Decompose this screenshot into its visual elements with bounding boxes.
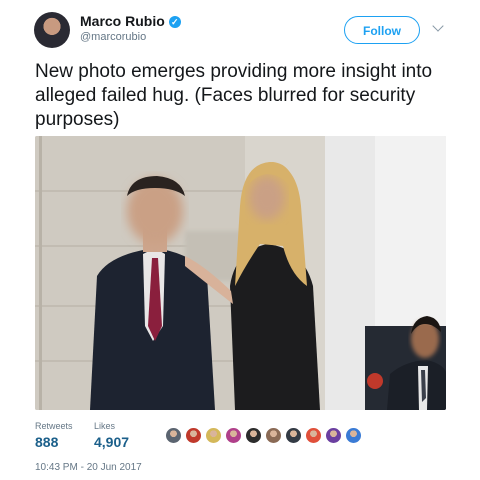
avatar[interactable]	[34, 12, 70, 48]
user-avatar-icon[interactable]	[345, 427, 362, 444]
user-avatar-icon[interactable]	[245, 427, 262, 444]
tweet-text: New photo emerges providing more insight…	[35, 61, 433, 130]
user-avatar-icon[interactable]	[285, 427, 302, 444]
retweets-stat[interactable]: Retweets 888	[35, 421, 73, 450]
likes-count[interactable]: 4,907	[94, 434, 129, 450]
retweets-count[interactable]: 888	[35, 434, 73, 450]
tweet-timestamp[interactable]: 10:43 PM - 20 Jun 2017	[35, 462, 142, 473]
tweet-photo[interactable]	[35, 136, 446, 410]
user-avatar-icon[interactable]	[185, 427, 202, 444]
photo-illustration	[35, 136, 446, 410]
user-avatar-icon[interactable]	[165, 427, 182, 444]
likes-label: Likes	[94, 421, 116, 431]
user-name[interactable]: Marco Rubio	[80, 13, 165, 29]
user-name-row[interactable]: Marco Rubio ✓	[80, 13, 181, 29]
chevron-down-icon[interactable]	[432, 20, 444, 32]
user-avatar-icon[interactable]	[205, 427, 222, 444]
retweets-label: Retweets	[35, 421, 73, 431]
liker-avatars	[165, 427, 365, 445]
user-avatar-icon[interactable]	[265, 427, 282, 444]
user-handle[interactable]: @marcorubio	[80, 31, 146, 43]
user-avatar-icon[interactable]	[325, 427, 342, 444]
follow-button[interactable]: Follow	[344, 16, 420, 44]
user-avatar-icon[interactable]	[305, 427, 322, 444]
verified-icon: ✓	[168, 16, 181, 28]
likes-stat[interactable]: Likes 4,907	[94, 421, 129, 450]
user-avatar-icon[interactable]	[225, 427, 242, 444]
